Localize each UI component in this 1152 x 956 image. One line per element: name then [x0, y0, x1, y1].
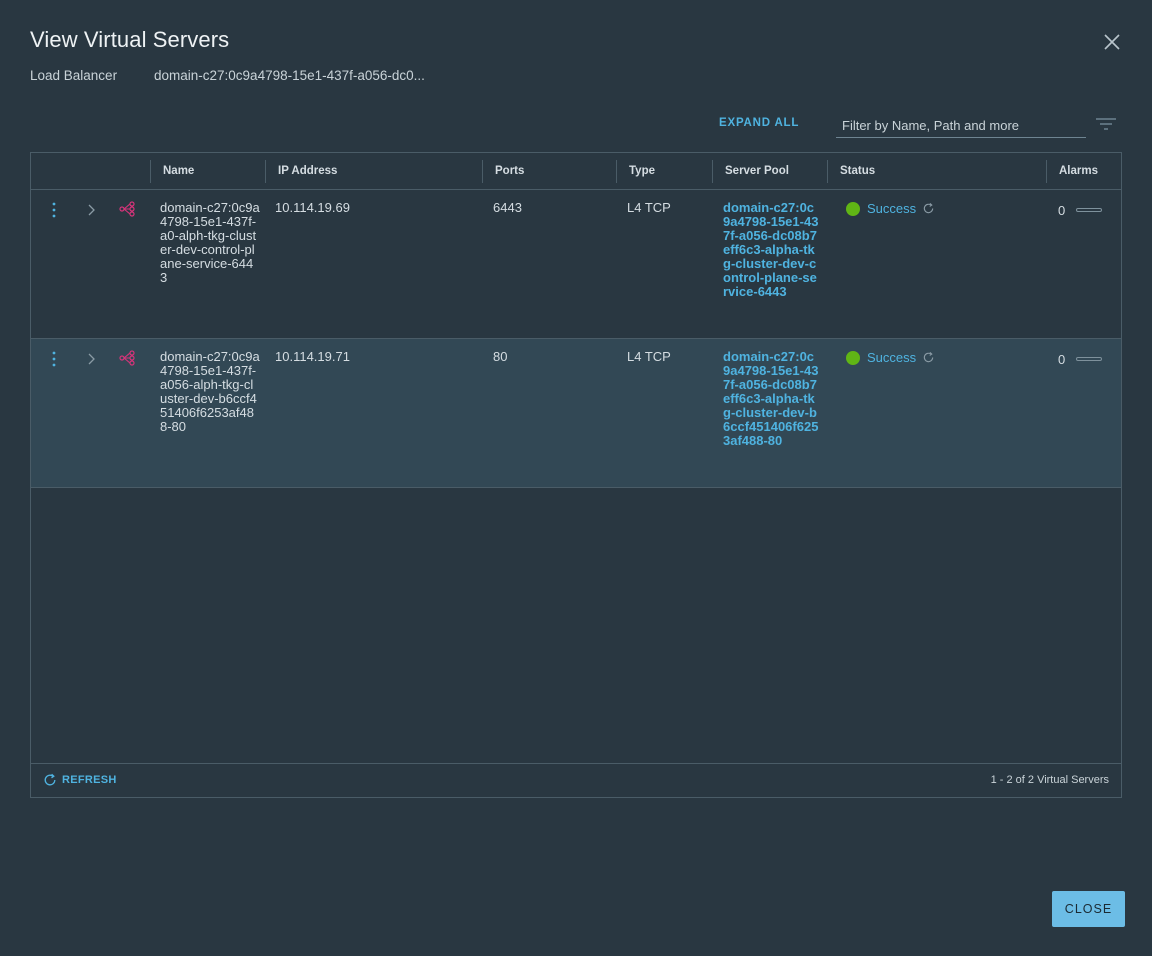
grid-header: Name IP Address Ports Type Server Pool S…	[31, 153, 1121, 190]
column-header-type[interactable]: Type	[617, 153, 655, 189]
more-vertical-icon[interactable]	[51, 351, 57, 367]
ports: 6443	[493, 200, 522, 215]
success-status-icon	[846, 350, 860, 365]
virtual-server-name: domain-c27:0c9a4798-15e1-437f-a0-alph-tk…	[160, 200, 260, 285]
ports: 80	[493, 349, 508, 364]
refresh-button[interactable]: REFRESH	[43, 773, 117, 787]
column-header-ports[interactable]: Ports	[483, 153, 524, 189]
success-status-icon	[846, 201, 860, 216]
ip-address: 10.114.19.69	[275, 200, 350, 215]
alarm-indicator	[1076, 357, 1102, 361]
grid-footer: REFRESH 1 - 2 of 2 Virtual Servers	[31, 763, 1121, 797]
chevron-right-icon[interactable]	[86, 203, 96, 217]
load-balancer-icon	[119, 201, 135, 217]
status[interactable]: Success	[846, 350, 935, 365]
load-balancer-value: domain-c27:0c9a4798-15e1-437f-a056-dc0..…	[154, 68, 425, 83]
server-pool-link[interactable]: domain-c27:0c9a4798-15e1-437f-a056-dc08b…	[723, 350, 819, 448]
load-balancer-icon	[119, 350, 135, 366]
column-header-alarms[interactable]: Alarms	[1047, 153, 1098, 189]
filter-input[interactable]	[836, 114, 1086, 138]
type: L4 TCP	[627, 349, 671, 364]
refresh-label: REFRESH	[62, 774, 117, 786]
refresh-icon	[44, 773, 56, 786]
modal-title: View Virtual Servers	[30, 27, 230, 52]
virtual-server-name: domain-c27:0c9a4798-15e1-437f-a056-alph-…	[160, 349, 260, 434]
refresh-icon[interactable]	[922, 351, 935, 364]
virtual-servers-grid: Name IP Address Ports Type Server Pool S…	[30, 152, 1122, 798]
status-label: Success	[867, 201, 917, 216]
table-row[interactable]: domain-c27:0c9a4798-15e1-437f-a0-alph-tk…	[31, 190, 1121, 339]
alarm-indicator	[1076, 208, 1102, 212]
pagination-info: 1 - 2 of 2 Virtual Servers	[990, 774, 1109, 786]
column-header-status[interactable]: Status	[828, 153, 875, 189]
status-label: Success	[867, 350, 917, 365]
filter-icon[interactable]	[1095, 116, 1117, 132]
load-balancer-label: Load Balancer	[30, 68, 118, 83]
ip-address: 10.114.19.71	[275, 349, 350, 364]
column-header-ip-address[interactable]: IP Address	[266, 153, 337, 189]
more-vertical-icon[interactable]	[51, 202, 57, 218]
alarm-count: 0	[1058, 203, 1066, 218]
chevron-right-icon[interactable]	[86, 352, 96, 366]
server-pool-link[interactable]: domain-c27:0c9a4798-15e1-437f-a056-dc08b…	[723, 201, 819, 299]
view-virtual-servers-modal: View Virtual Servers Load Balancer domai…	[0, 0, 1152, 956]
refresh-icon[interactable]	[922, 202, 935, 215]
close-button[interactable]: CLOSE	[1052, 891, 1125, 927]
type: L4 TCP	[627, 200, 671, 215]
expand-all-button[interactable]: EXPAND ALL	[719, 117, 799, 129]
close-icon[interactable]	[1100, 30, 1124, 54]
status[interactable]: Success	[846, 201, 935, 216]
alarm-count: 0	[1058, 352, 1066, 367]
column-header-server-pool[interactable]: Server Pool	[713, 153, 789, 189]
table-row[interactable]: domain-c27:0c9a4798-15e1-437f-a056-alph-…	[31, 339, 1121, 488]
column-header-name[interactable]: Name	[151, 153, 194, 189]
